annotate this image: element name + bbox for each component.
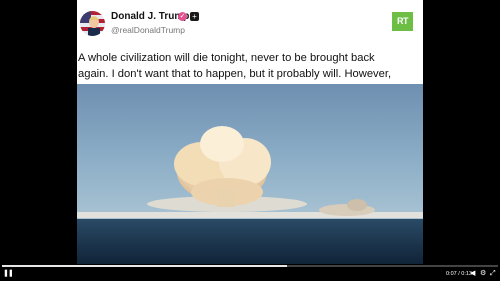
tweet-text-line: A whole civilization will die tonight, n… xyxy=(78,52,375,64)
gear-icon[interactable]: ⚙ xyxy=(480,270,486,278)
tweet-text-line: again. I don't want that to happen, but … xyxy=(78,68,392,80)
progress-bar[interactable] xyxy=(2,265,498,267)
fullscreen-icon[interactable]: ⤢ xyxy=(490,270,496,278)
follow-plus-icon[interactable]: + xyxy=(190,12,199,21)
verified-badge-icon: ✓ xyxy=(178,12,187,21)
progress-fill xyxy=(2,265,288,267)
tweet-card: Donald J. Trump ✓ + @realDonaldTrump RT … xyxy=(77,0,423,266)
volume-icon[interactable]: ◀ xyxy=(470,270,475,278)
pause-icon[interactable]: ❚❚ xyxy=(3,270,14,278)
tweet-header: Donald J. Trump ✓ + @realDonaldTrump RT xyxy=(77,0,423,44)
time-readout: 0:07 / 0:13 xyxy=(446,271,472,277)
video-frame[interactable] xyxy=(77,84,423,266)
author-avatar[interactable] xyxy=(80,11,105,36)
author-handle[interactable]: @realDonaldTrump xyxy=(111,25,185,35)
rt-logo: RT xyxy=(392,12,413,31)
tweet-text: A whole civilization will die tonight, n… xyxy=(78,50,422,82)
explosion-image xyxy=(77,84,423,266)
video-controls: ❚❚ 0:07 / 0:13 ◀ ⚙ ⤢ xyxy=(0,264,500,281)
